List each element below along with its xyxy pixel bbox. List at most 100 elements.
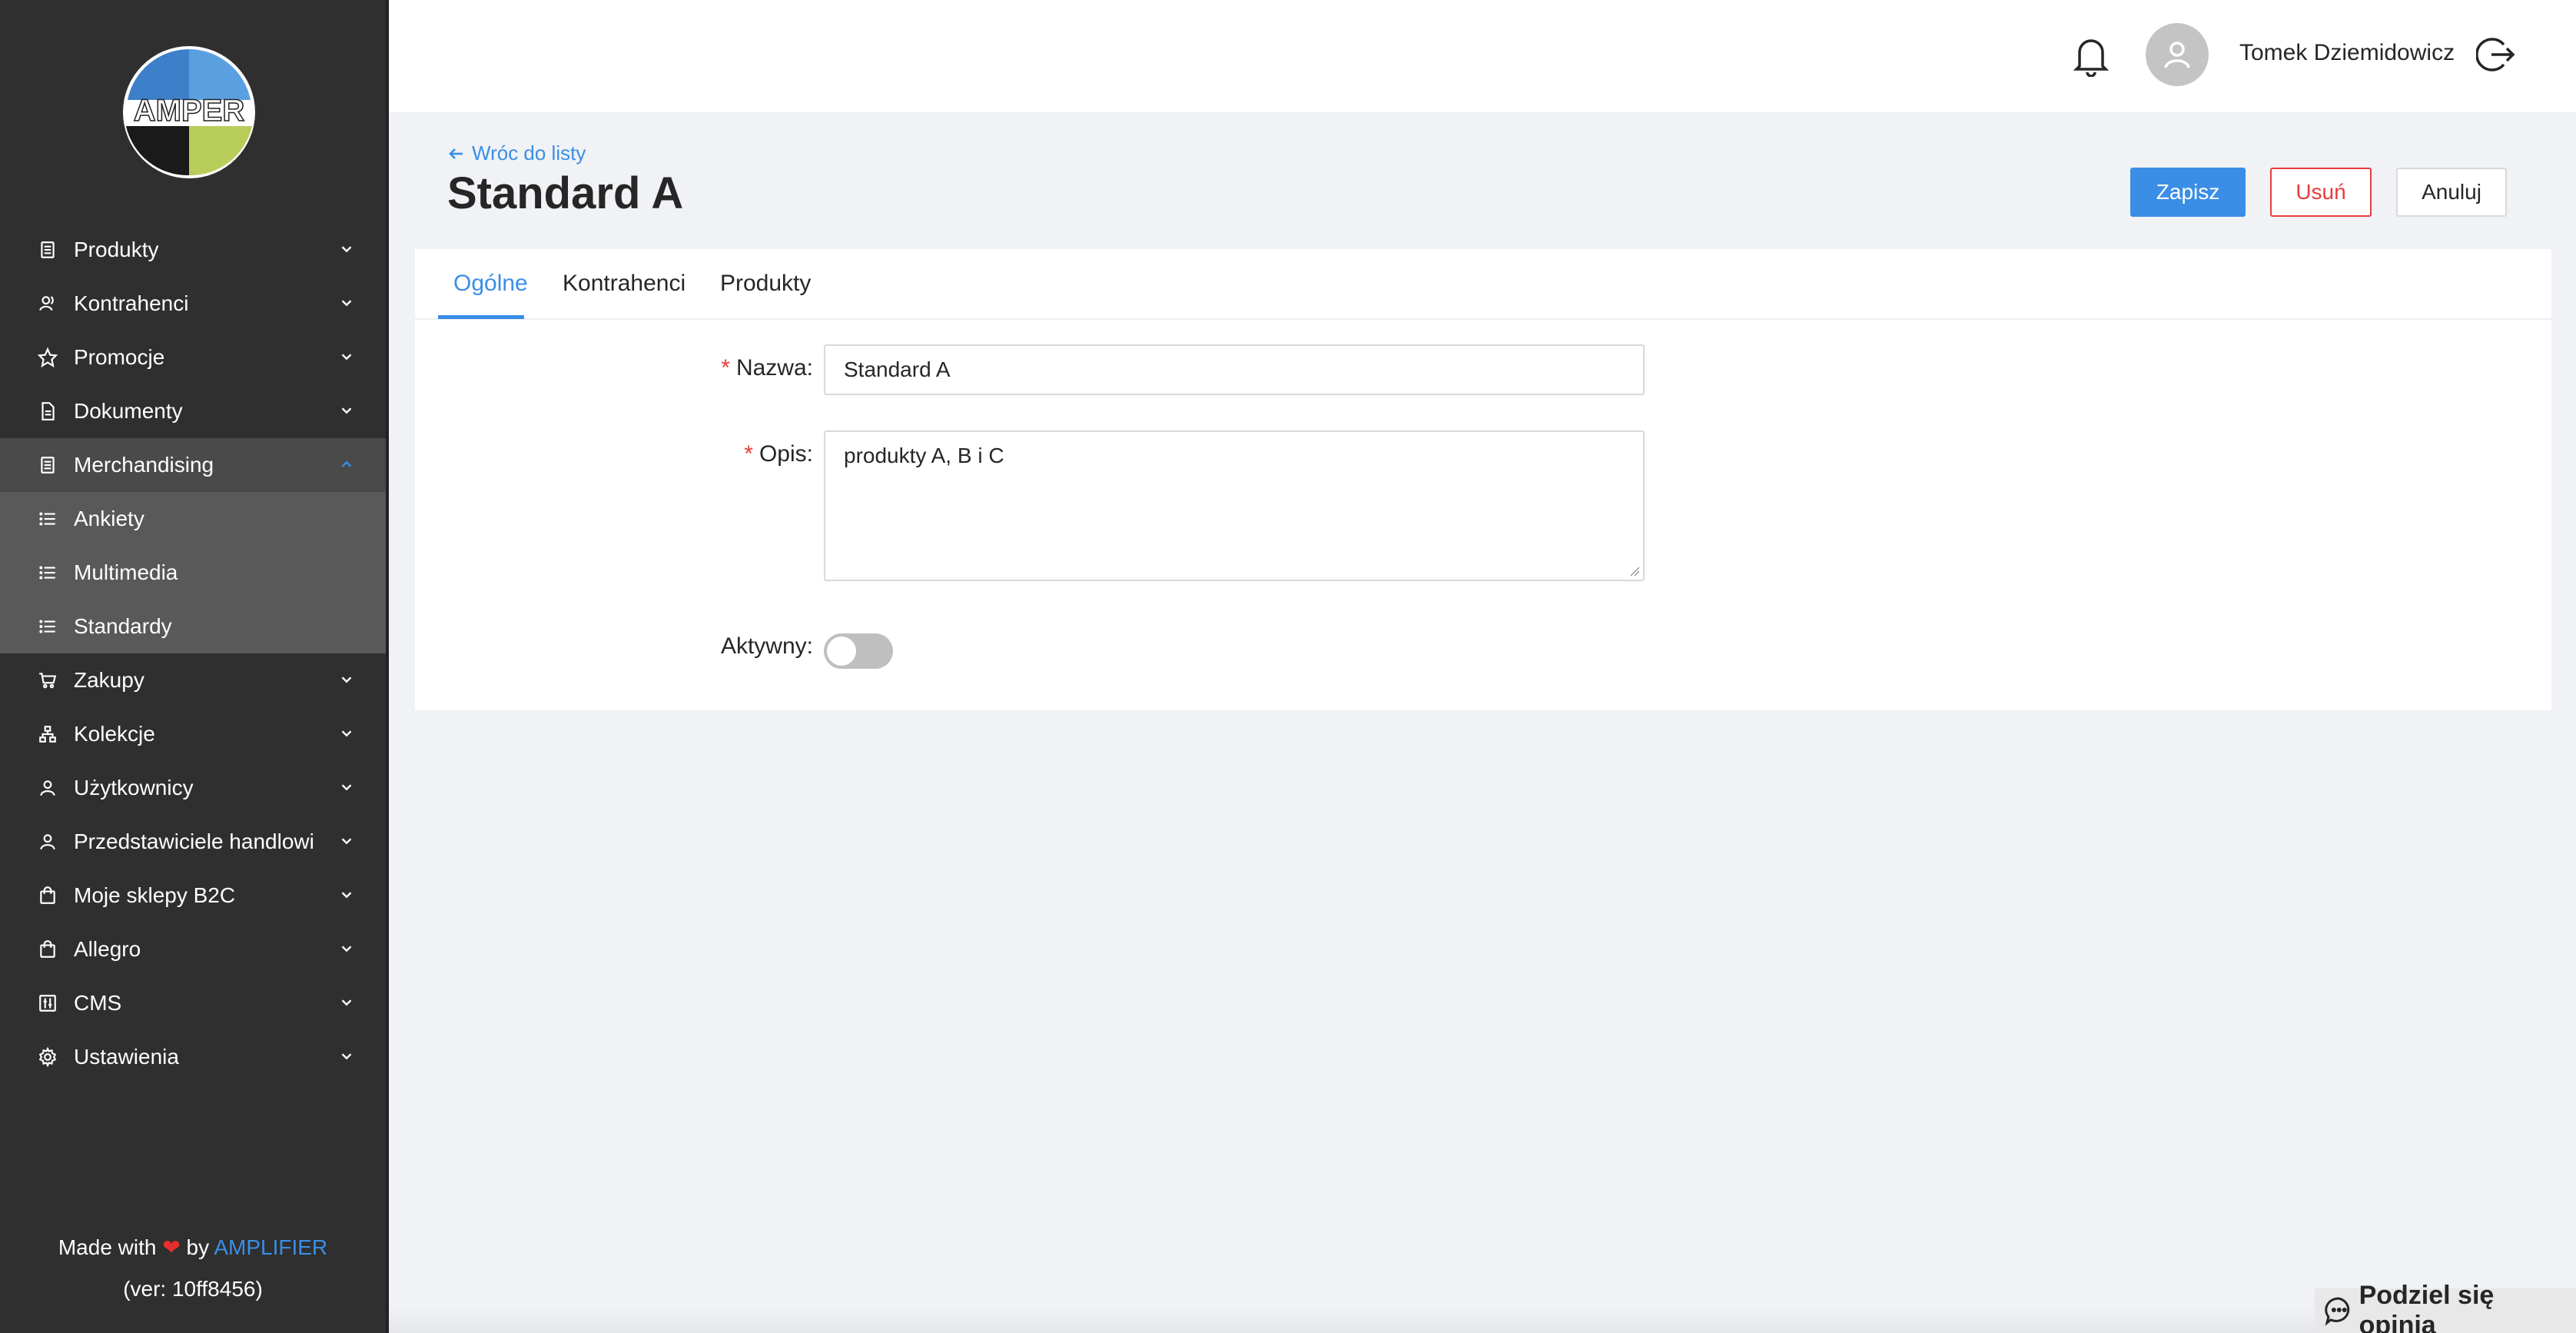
by-text: by	[186, 1235, 210, 1259]
cart-icon	[37, 670, 58, 691]
sidebar-item-label: Kolekcje	[74, 722, 155, 746]
sidebar-item-label: Allegro	[74, 937, 141, 961]
sidebar-item-dokumenty[interactable]: Dokumenty	[0, 384, 386, 438]
bag-icon	[37, 885, 58, 906]
sidebar-item-cms[interactable]: CMS	[0, 976, 386, 1030]
sidebar-item-label: Promocje	[74, 345, 165, 369]
sidebar-item-moje-sklepy[interactable]: Moje sklepy B2C	[0, 869, 386, 922]
sidebar-item-uzytkownicy[interactable]: Użytkownicy	[0, 761, 386, 815]
name-field[interactable]: Standard A	[824, 344, 1645, 395]
chevron-down-icon	[338, 725, 357, 743]
sidebar-item-merchandising[interactable]: Merchandising	[0, 438, 386, 492]
sidebar-item-promocje[interactable]: Promocje	[0, 331, 386, 384]
sidebar-item-przedstawiciele[interactable]: Przedstawiciele handlowi	[0, 815, 386, 869]
sidebar-subitem-ankiety[interactable]: Ankiety	[0, 492, 386, 546]
sidebar-item-label: Użytkownicy	[74, 776, 194, 799]
chevron-down-icon	[338, 1048, 357, 1066]
chevron-down-icon	[338, 402, 357, 421]
bottom-shade	[389, 1307, 2315, 1333]
gear-icon	[37, 1046, 58, 1068]
sidebar-item-label: Multimedia	[74, 560, 178, 584]
save-button[interactable]: Zapisz	[2130, 168, 2246, 217]
chevron-down-icon	[338, 779, 357, 797]
amplifier-link[interactable]: AMPLIFIER	[214, 1235, 327, 1259]
back-to-list-link[interactable]: Wróc do listy	[447, 141, 586, 165]
username[interactable]: Tomek Dziemidowicz	[2239, 40, 2455, 66]
sidebar-item-ustawienia[interactable]: Ustawienia	[0, 1030, 386, 1084]
sidebar-item-kontrahenci[interactable]: Kontrahenci	[0, 277, 386, 331]
sidebar-footer: Made with ❤ by AMPLIFIER (ver: 10ff8456)	[0, 1227, 386, 1310]
made-with-line: Made with ❤ by AMPLIFIER	[0, 1227, 386, 1268]
contacts-icon	[37, 293, 58, 314]
user-avatar-icon	[2164, 42, 2190, 68]
feedback-button[interactable]: Podziel się opinią	[2315, 1281, 2576, 1333]
sidebar-item-label: CMS	[74, 991, 122, 1015]
star-icon	[37, 347, 58, 368]
sidebar-item-label: Ankiety	[74, 507, 144, 530]
chevron-down-icon	[338, 940, 357, 959]
sidebar-item-kolekcje[interactable]: Kolekcje	[0, 707, 386, 761]
logout-icon[interactable]	[2475, 35, 2516, 74]
arrow-left-icon	[449, 148, 463, 159]
description-textarea[interactable]: produkty A, B i C	[824, 430, 1645, 581]
tab-ogolne[interactable]: Ogólne	[453, 271, 528, 297]
document-icon	[37, 239, 58, 261]
active-tab-indicator	[438, 315, 524, 319]
chevron-down-icon	[338, 348, 357, 367]
back-link-label: Wróc do listy	[472, 141, 586, 165]
sidebar-item-label: Dokumenty	[74, 399, 183, 423]
sidebar-item-label: Produkty	[74, 238, 159, 261]
sidebar: AMPER Produkty Kontrahenci Promocje Doku…	[0, 0, 389, 1333]
heart-icon: ❤	[162, 1235, 181, 1259]
active-label: Aktywny:	[720, 633, 813, 659]
avatar[interactable]	[2146, 23, 2209, 86]
list-icon	[37, 616, 58, 637]
chevron-down-icon	[338, 886, 357, 905]
toggle-knob	[827, 637, 856, 666]
made-with-text: Made with	[58, 1235, 157, 1259]
user-icon	[37, 831, 58, 853]
version-text: (ver: 10ff8456)	[123, 1277, 263, 1301]
sidebar-subitem-multimedia[interactable]: Multimedia	[0, 546, 386, 600]
cancel-button[interactable]: Anuluj	[2396, 168, 2507, 217]
tab-produkty[interactable]: Produkty	[720, 271, 811, 297]
bell-icon[interactable]	[2072, 34, 2110, 78]
sidebar-item-label: Kontrahenci	[74, 291, 189, 315]
form-card: Ogólne Kontrahenci Produkty * Nazwa: Stan…	[415, 249, 2551, 710]
delete-button[interactable]: Usuń	[2270, 168, 2372, 217]
chevron-down-icon	[338, 671, 357, 690]
file-icon	[37, 401, 58, 422]
bag-icon	[37, 939, 58, 960]
sidebar-item-zakupy[interactable]: Zakupy	[0, 653, 386, 707]
document-icon	[37, 454, 58, 476]
hierarchy-icon	[37, 723, 58, 745]
sidebar-item-label: Moje sklepy B2C	[74, 883, 236, 907]
feedback-label: Podziel się opinią	[2359, 1281, 2495, 1333]
tab-bar: Ogólne Kontrahenci Produkty	[415, 249, 2551, 320]
active-toggle[interactable]	[824, 633, 893, 669]
chevron-down-icon	[338, 241, 357, 259]
chevron-down-icon	[338, 994, 357, 1012]
chevron-down-icon	[338, 833, 357, 851]
sidebar-item-label: Merchandising	[74, 453, 214, 477]
tab-kontrahenci[interactable]: Kontrahenci	[563, 271, 685, 297]
sliders-icon	[37, 992, 58, 1014]
sidebar-item-allegro[interactable]: Allegro	[0, 922, 386, 976]
sidebar-subitem-standardy[interactable]: Standardy	[0, 600, 386, 653]
sidebar-item-label: Zakupy	[74, 668, 144, 692]
name-label: * Nazwa:	[721, 355, 813, 381]
description-label: * Opis:	[744, 441, 813, 467]
chevron-up-icon	[338, 456, 357, 474]
chevron-down-icon	[338, 294, 357, 313]
sidebar-item-label: Standardy	[74, 614, 172, 638]
user-icon	[37, 777, 58, 799]
chat-bubble-icon	[2325, 1297, 2350, 1326]
sidebar-nav: Produkty Kontrahenci Promocje Dokumenty …	[0, 223, 386, 1084]
description-value: produkty A, B i C	[844, 444, 1004, 467]
amper-logo[interactable]: AMPER	[108, 43, 271, 181]
sidebar-item-label: Ustawienia	[74, 1045, 179, 1069]
merchandising-submenu: Ankiety Multimedia Standardy	[0, 492, 386, 653]
sidebar-item-produkty[interactable]: Produkty	[0, 223, 386, 277]
list-icon	[37, 508, 58, 530]
resize-handle-icon[interactable]	[1629, 566, 1640, 577]
